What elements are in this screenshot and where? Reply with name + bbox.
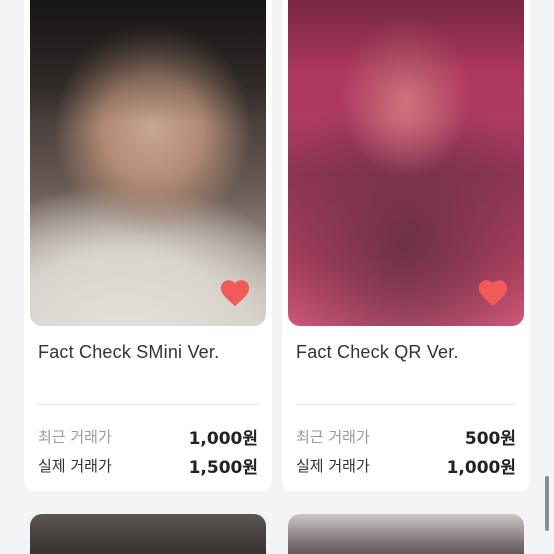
recent-price-label: 최근 거래가	[38, 428, 112, 446]
actual-price-label: 실제 거래가	[38, 457, 112, 475]
product-photo	[30, 0, 266, 326]
divider	[296, 404, 516, 405]
heart-icon[interactable]	[476, 276, 510, 310]
recent-price-row: 최근 거래가 500원	[296, 424, 516, 449]
actual-price-label: 실제 거래가	[296, 457, 370, 475]
divider	[38, 404, 258, 405]
scrollbar[interactable]	[545, 476, 549, 531]
recent-price-label: 최근 거래가	[296, 428, 370, 446]
actual-price-row: 실제 거래가 1,000원	[296, 453, 516, 478]
actual-price-value: 1,000원	[446, 458, 516, 478]
recent-price-value: 500원	[464, 429, 516, 449]
recent-price-row: 최근 거래가 1,000원	[38, 424, 258, 449]
product-card[interactable]: Fact Check SMini Ver. 최근 거래가 1,000원 실제 거…	[24, 0, 272, 491]
product-photo	[288, 0, 524, 326]
product-photo-partial[interactable]	[30, 514, 266, 554]
actual-price-row: 실제 거래가 1,500원	[38, 453, 258, 478]
product-title: Fact Check SMini Ver.	[38, 342, 220, 362]
product-title: Fact Check QR Ver.	[296, 342, 459, 362]
product-photo-partial[interactable]	[288, 514, 524, 554]
heart-icon[interactable]	[218, 276, 252, 310]
recent-price-value: 1,000원	[188, 429, 258, 449]
actual-price-value: 1,500원	[188, 458, 258, 478]
product-card[interactable]: Fact Check QR Ver. 최근 거래가 500원 실제 거래가 1,…	[282, 0, 530, 491]
